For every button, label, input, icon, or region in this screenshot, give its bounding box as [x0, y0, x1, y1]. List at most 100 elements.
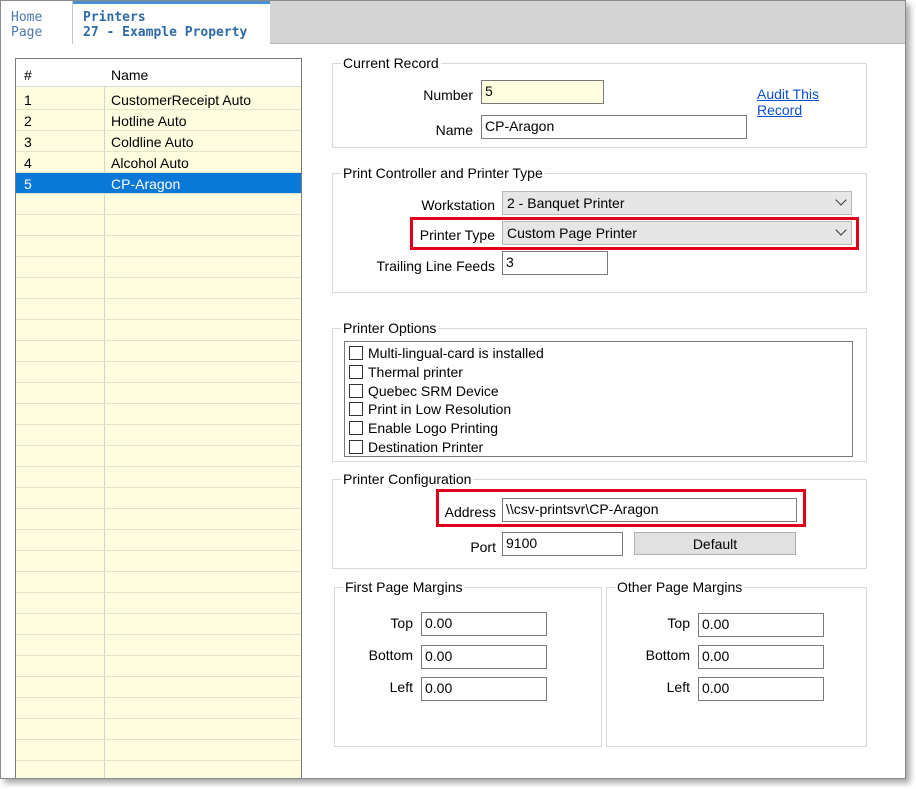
- name-label: Name: [435, 122, 473, 138]
- list-empty-row[interactable]: [16, 215, 301, 236]
- other-bottom-label: Bottom: [645, 647, 690, 663]
- column-header-name[interactable]: Name: [111, 67, 148, 83]
- list-empty-row[interactable]: [16, 698, 301, 719]
- printer-type-highlight: [410, 217, 859, 250]
- printer-options-list[interactable]: Multi-lingual-card is installed Thermal p…: [344, 341, 853, 457]
- printer-configuration-group: Printer Configuration Address \\csv-prin…: [332, 471, 867, 569]
- trailing-line-feeds-label: Trailing Line Feeds: [376, 258, 495, 274]
- list-empty-row[interactable]: [16, 383, 301, 404]
- first-page-margins-group: First Page Margins Top 0.00 Bottom 0.00 …: [334, 579, 602, 747]
- list-item-name: CustomerReceipt Auto: [111, 92, 252, 108]
- list-empty-row[interactable]: [16, 320, 301, 341]
- first-top-label: Top: [390, 615, 413, 631]
- list-empty-row[interactable]: [16, 572, 301, 593]
- list-empty-row[interactable]: [16, 446, 301, 467]
- list-item[interactable]: 1 CustomerReceipt Auto: [16, 89, 301, 110]
- list-empty-row[interactable]: [16, 551, 301, 572]
- list-item[interactable]: 3 Coldline Auto: [16, 131, 301, 152]
- first-top-field[interactable]: 0.00: [421, 612, 547, 636]
- list-empty-row[interactable]: [16, 236, 301, 257]
- audit-record-link[interactable]: Audit This Record: [757, 86, 866, 118]
- current-record-group: Current Record Number 5 Audit This Recor…: [332, 55, 867, 148]
- name-field[interactable]: CP-Aragon: [481, 115, 747, 139]
- number-field[interactable]: 5: [481, 80, 604, 104]
- default-button[interactable]: Default: [634, 532, 796, 555]
- list-header: # Name: [16, 59, 301, 87]
- checkbox[interactable]: [349, 421, 363, 436]
- printers-window: Home Page Printers 27 - Example Property…: [0, 0, 906, 779]
- list-item-number: 4: [24, 155, 32, 171]
- print-controller-title: Print Controller and Printer Type: [341, 165, 545, 181]
- printer-option-label: Print in Low Resolution: [368, 401, 512, 418]
- workstation-select[interactable]: 2 - Banquet Printer: [502, 191, 852, 215]
- list-empty-row[interactable]: [16, 488, 301, 509]
- list-item[interactable]: 2 Hotline Auto: [16, 110, 301, 131]
- printer-option-label: Enable Logo Printing: [368, 420, 498, 437]
- other-left-field[interactable]: 0.00: [698, 677, 824, 701]
- list-empty-row[interactable]: [16, 719, 301, 740]
- list-item-number: 3: [24, 134, 32, 150]
- list-item[interactable]: 5 CP-Aragon: [16, 173, 301, 194]
- other-top-label: Top: [667, 615, 690, 631]
- checkbox[interactable]: [349, 346, 363, 360]
- list-item-number: 2: [24, 113, 32, 129]
- other-page-margins-group: Other Page Margins Top 0.00 Bottom 0.00 …: [606, 579, 867, 747]
- tab-home-label-line2: Page: [11, 25, 43, 40]
- chevron-down-icon: [835, 194, 847, 206]
- list-empty-row[interactable]: [16, 425, 301, 446]
- address-highlight: [436, 489, 806, 527]
- printer-options-group: Printer Options Multi-lingual-card is in…: [332, 320, 867, 462]
- first-left-label: Left: [389, 679, 413, 695]
- list-empty-row[interactable]: [16, 530, 301, 551]
- workstation-label: Workstation: [421, 197, 495, 213]
- checkbox[interactable]: [349, 402, 363, 417]
- list-empty-row[interactable]: [16, 299, 301, 320]
- first-left-field[interactable]: 0.00: [421, 677, 547, 701]
- port-label: Port: [470, 539, 496, 555]
- list-empty-row[interactable]: [16, 593, 301, 614]
- checkbox[interactable]: [349, 364, 363, 379]
- list-empty-row[interactable]: [16, 635, 301, 656]
- other-bottom-field[interactable]: 0.00: [698, 645, 824, 669]
- list-empty-row[interactable]: [16, 404, 301, 425]
- checkbox[interactable]: [349, 440, 363, 454]
- printer-option-label: Destination Printer: [368, 439, 484, 455]
- list-empty-row[interactable]: [16, 509, 301, 530]
- list-item-number: 1: [24, 92, 32, 108]
- printer-options-title: Printer Options: [341, 320, 439, 336]
- workstation-value: 2 - Banquet Printer: [507, 195, 625, 211]
- printer-option-label: Quebec SRM Device: [368, 382, 499, 399]
- list-empty-row[interactable]: [16, 278, 301, 299]
- number-label: Number: [423, 87, 473, 103]
- tab-printers-label-line2: 27 - Example Property: [83, 25, 248, 40]
- list-empty-row[interactable]: [16, 761, 301, 778]
- tab-printers-label-line1: Printers: [83, 10, 146, 25]
- list-empty-row[interactable]: [16, 194, 301, 215]
- list-empty-row[interactable]: [16, 467, 301, 488]
- first-bottom-field[interactable]: 0.00: [421, 645, 547, 669]
- port-field[interactable]: 9100: [502, 532, 623, 556]
- list-empty-row[interactable]: [16, 614, 301, 635]
- other-page-margins-title: Other Page Margins: [615, 579, 745, 595]
- first-bottom-label: Bottom: [368, 647, 413, 663]
- column-header-number[interactable]: #: [24, 67, 32, 83]
- list-empty-row[interactable]: [16, 740, 301, 761]
- list-item[interactable]: 4 Alcohol Auto: [16, 152, 301, 173]
- tab-home-page[interactable]: Home Page: [1, 1, 73, 44]
- list-empty-row[interactable]: [16, 656, 301, 677]
- list-item-name: Hotline Auto: [111, 113, 187, 129]
- tab-printers[interactable]: Printers 27 - Example Property: [73, 1, 270, 45]
- printer-option-label: Thermal printer: [368, 363, 463, 380]
- list-empty-row[interactable]: [16, 257, 301, 278]
- list-item-number: 5: [24, 176, 32, 192]
- other-left-label: Left: [666, 679, 690, 695]
- other-top-field[interactable]: 0.00: [698, 613, 824, 637]
- printer-list[interactable]: # Name 1 CustomerReceipt Auto 2 Hotline Aut…: [15, 58, 302, 778]
- printer-option-label: Multi-lingual-card is installed: [368, 345, 544, 361]
- list-empty-row[interactable]: [16, 677, 301, 698]
- trailing-line-feeds-field[interactable]: 3: [502, 251, 608, 275]
- list-item-name: Alcohol Auto: [111, 155, 189, 171]
- checkbox[interactable]: [349, 383, 363, 398]
- list-empty-row[interactable]: [16, 341, 301, 362]
- list-empty-row[interactable]: [16, 362, 301, 383]
